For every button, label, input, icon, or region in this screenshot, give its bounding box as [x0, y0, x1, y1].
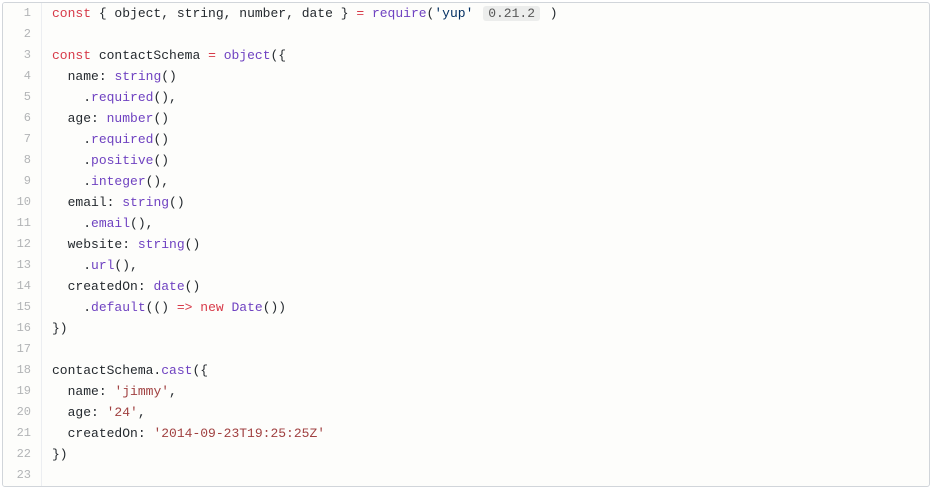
code-content: const { object, string, number, date } =…	[42, 3, 929, 24]
code-content: .url(),	[42, 255, 929, 276]
code-content: website: string()	[42, 234, 929, 255]
code-line: 4 name: string()	[3, 66, 929, 87]
line-number: 19	[3, 381, 42, 402]
code-line: 10 email: string()	[3, 192, 929, 213]
code-content: createdOn: date()	[42, 276, 929, 297]
code-line: 6 age: number()	[3, 108, 929, 129]
line-number: 21	[3, 423, 42, 444]
code-line: 16})	[3, 318, 929, 339]
code-line: 18contactSchema.cast({	[3, 360, 929, 381]
code-content: .integer(),	[42, 171, 929, 192]
line-number: 10	[3, 192, 42, 213]
code-line: 15 .default(() => new Date())	[3, 297, 929, 318]
line-number: 9	[3, 171, 42, 192]
line-number: 23	[3, 465, 42, 486]
code-content: name: 'jimmy',	[42, 381, 929, 402]
code-line: 19 name: 'jimmy',	[3, 381, 929, 402]
code-line: 13 .url(),	[3, 255, 929, 276]
code-line: 3const contactSchema = object({	[3, 45, 929, 66]
code-line: 9 .integer(),	[3, 171, 929, 192]
code-content: .email(),	[42, 213, 929, 234]
code-line: 7 .required()	[3, 129, 929, 150]
line-number: 8	[3, 150, 42, 171]
line-number: 22	[3, 444, 42, 465]
line-number: 15	[3, 297, 42, 318]
code-content: createdOn: '2014-09-23T19:25:25Z'	[42, 423, 929, 444]
code-content: age: number()	[42, 108, 929, 129]
code-line: 14 createdOn: date()	[3, 276, 929, 297]
code-content	[42, 465, 929, 486]
code-content: .required(),	[42, 87, 929, 108]
code-line: 23	[3, 465, 929, 486]
code-content: const contactSchema = object({	[42, 45, 929, 66]
code-content: .positive()	[42, 150, 929, 171]
line-number: 2	[3, 24, 42, 45]
code-content: })	[42, 318, 929, 339]
line-number: 17	[3, 339, 42, 360]
code-content: age: '24',	[42, 402, 929, 423]
line-number: 1	[3, 3, 42, 24]
code-line: 11 .email(),	[3, 213, 929, 234]
code-line: 8 .positive()	[3, 150, 929, 171]
line-number: 11	[3, 213, 42, 234]
line-number: 16	[3, 318, 42, 339]
line-number: 12	[3, 234, 42, 255]
code-block: 1const { object, string, number, date } …	[2, 2, 930, 487]
line-number: 7	[3, 129, 42, 150]
line-number: 4	[3, 66, 42, 87]
code-content: name: string()	[42, 66, 929, 87]
line-number: 13	[3, 255, 42, 276]
code-content	[42, 24, 929, 45]
code-content: email: string()	[42, 192, 929, 213]
version-badge: 0.21.2	[483, 6, 540, 21]
code-line: 12 website: string()	[3, 234, 929, 255]
line-number: 18	[3, 360, 42, 381]
code-content: .required()	[42, 129, 929, 150]
code-line: 2	[3, 24, 929, 45]
code-line: 5 .required(),	[3, 87, 929, 108]
code-content: contactSchema.cast({	[42, 360, 929, 381]
code-line: 20 age: '24',	[3, 402, 929, 423]
line-number: 6	[3, 108, 42, 129]
code-line: 1const { object, string, number, date } …	[3, 3, 929, 24]
code-content	[42, 339, 929, 360]
code-content: })	[42, 444, 929, 465]
line-number: 3	[3, 45, 42, 66]
code-line: 17	[3, 339, 929, 360]
line-number: 5	[3, 87, 42, 108]
line-number: 20	[3, 402, 42, 423]
code-content: .default(() => new Date())	[42, 297, 929, 318]
code-line: 21 createdOn: '2014-09-23T19:25:25Z'	[3, 423, 929, 444]
code-line: 22})	[3, 444, 929, 465]
line-number: 14	[3, 276, 42, 297]
